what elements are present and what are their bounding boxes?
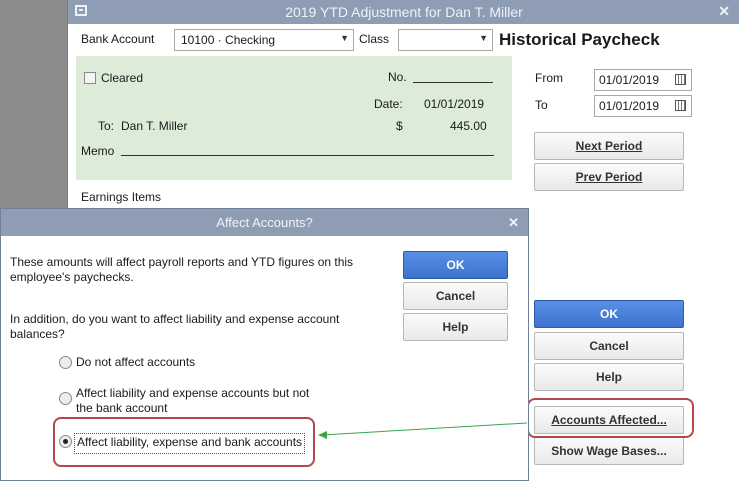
annotation-arrow <box>318 422 528 439</box>
arrow-line <box>321 422 528 436</box>
arrow-head <box>318 431 327 439</box>
